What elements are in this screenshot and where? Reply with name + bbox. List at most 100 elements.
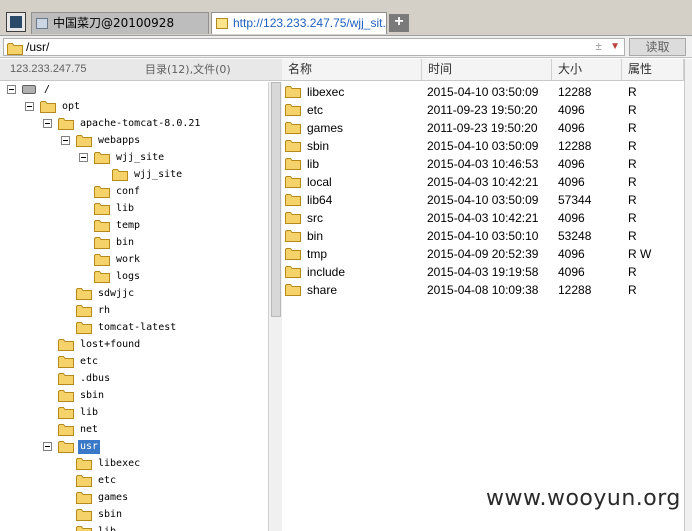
file-row[interactable]: share 2015-04-08 10:09:38 12288 R [282, 281, 692, 299]
file-attr: R [628, 121, 637, 135]
file-time: 2015-04-09 20:52:39 [427, 247, 539, 261]
collapse-toggle-icon[interactable] [25, 102, 34, 111]
tree-item[interactable]: sbin [0, 388, 268, 405]
tab-file-manager[interactable]: http://123.233.247.75/wjj_sit... [211, 12, 387, 34]
folder-icon [285, 139, 301, 152]
chevron-down-icon[interactable]: ▼ [610, 39, 620, 55]
tree-item[interactable]: lost+found [0, 337, 268, 354]
file-time: 2015-04-03 19:19:58 [427, 265, 539, 279]
collapse-toggle-icon[interactable] [43, 442, 52, 451]
tree-item-label: libexec [98, 458, 141, 469]
file-row[interactable]: etc 2011-09-23 19:50:20 4096 R [282, 101, 692, 119]
folder-icon [40, 100, 56, 113]
tree-item[interactable]: logs [0, 269, 268, 286]
file-row[interactable]: libexec 2015-04-10 03:50:09 12288 R [282, 83, 692, 101]
file-time: 2015-04-03 10:46:53 [427, 157, 539, 171]
tree-item[interactable]: etc [0, 473, 268, 490]
folder-icon [94, 219, 110, 232]
tree-item[interactable]: work [0, 252, 268, 269]
file-size: 4096 [558, 121, 585, 135]
folder-icon [76, 474, 92, 487]
folder-icon [76, 491, 92, 504]
tab-chopper[interactable]: 中国菜刀@20100928 [31, 12, 209, 34]
folder-icon [285, 229, 301, 242]
tree-item[interactable]: games [0, 490, 268, 507]
column-name-header[interactable]: 名称 [282, 59, 422, 81]
collapse-toggle-icon[interactable] [79, 153, 88, 162]
tree-item[interactable]: rh [0, 303, 268, 320]
folder-icon [76, 321, 92, 334]
tree-scrollbar[interactable] [268, 82, 282, 531]
file-row[interactable]: src 2015-04-03 10:42:21 4096 R [282, 209, 692, 227]
column-time-header[interactable]: 时间 [422, 59, 552, 81]
scrollbar-thumb[interactable] [271, 82, 281, 317]
tree-item[interactable]: apache-tomcat-8.0.21 [0, 116, 268, 133]
file-row[interactable]: lib64 2015-04-10 03:50:09 57344 R [282, 191, 692, 209]
tree-item[interactable]: temp [0, 218, 268, 235]
file-row[interactable]: bin 2015-04-10 03:50:10 53248 R [282, 227, 692, 245]
tree-item-label: lib [96, 525, 118, 531]
file-attr: R W [628, 247, 652, 261]
tree-item[interactable]: usr [0, 439, 268, 456]
tree-item[interactable]: webapps [0, 133, 268, 150]
file-size: 4096 [558, 103, 585, 117]
file-row[interactable]: games 2011-09-23 19:50:20 4096 R [282, 119, 692, 137]
file-size: 4096 [558, 175, 585, 189]
file-attr: R [628, 103, 637, 117]
file-time: 2015-04-10 03:50:09 [427, 85, 539, 99]
file-row[interactable]: sbin 2015-04-10 03:50:09 12288 R [282, 137, 692, 155]
tree-item[interactable]: tomcat-latest [0, 320, 268, 337]
tree-item[interactable]: sbin [0, 507, 268, 524]
folder-icon [285, 157, 301, 170]
path-field[interactable]: ± ▼ [3, 38, 625, 56]
column-attr-header[interactable]: 属性 [622, 59, 684, 81]
tree-item[interactable]: opt [0, 99, 268, 116]
folder-icon [285, 211, 301, 224]
tree-item[interactable]: / [0, 82, 268, 99]
file-list-scrollbar[interactable] [684, 59, 692, 531]
tree-item[interactable]: lib [0, 201, 268, 218]
folder-icon [285, 283, 301, 296]
folder-icon [58, 440, 74, 453]
tree-item[interactable]: lib [0, 524, 268, 531]
tab-bar: 中国菜刀@20100928 http://123.233.247.75/wjj_… [0, 0, 692, 36]
file-name: sbin [307, 139, 330, 153]
file-attr: R [628, 211, 637, 225]
file-row[interactable]: tmp 2015-04-09 20:52:39 4096 R W [282, 245, 692, 263]
tree-item[interactable]: net [0, 422, 268, 439]
folder-icon [58, 389, 74, 402]
plus-minus-icon[interactable]: ± [595, 39, 602, 53]
collapse-toggle-icon[interactable] [43, 119, 52, 128]
tree-item[interactable]: .dbus [0, 371, 268, 388]
tree-item[interactable]: wjj_site [0, 167, 268, 184]
read-button[interactable]: 读取 [629, 38, 686, 56]
file-attr: R [628, 85, 637, 99]
watermark: www.wooyun.org [486, 486, 681, 511]
file-size: 57344 [558, 193, 592, 207]
column-size-header[interactable]: 大小 [552, 59, 622, 81]
tree-item[interactable]: bin [0, 235, 268, 252]
file-size: 12288 [558, 85, 592, 99]
collapse-toggle-icon[interactable] [61, 136, 70, 145]
new-tab-button[interactable]: + [389, 14, 409, 32]
tree-item[interactable]: libexec [0, 456, 268, 473]
file-row[interactable]: lib 2015-04-03 10:46:53 4096 R [282, 155, 692, 173]
folder-icon [58, 355, 74, 368]
file-size: 53248 [558, 229, 592, 243]
folder-icon [94, 185, 110, 198]
tree-item[interactable]: conf [0, 184, 268, 201]
tree-item[interactable]: wjj_site [0, 150, 268, 167]
file-name: games [307, 121, 344, 135]
tree-item-label: lost+found [80, 339, 141, 350]
app-icon[interactable] [6, 12, 26, 32]
directory-tree[interactable]: / opt apache-tomcat-8.0.21 webapps wjj_site w… [0, 82, 268, 531]
file-row[interactable]: include 2015-04-03 19:19:58 4096 R [282, 263, 692, 281]
file-time: 2015-04-08 10:09:38 [427, 283, 539, 297]
file-row[interactable]: local 2015-04-03 10:42:21 4096 R [282, 173, 692, 191]
tree-item[interactable]: sdwjjc [0, 286, 268, 303]
tree-item[interactable]: lib [0, 405, 268, 422]
collapse-toggle-icon[interactable] [7, 85, 16, 94]
tree-item-label: net [80, 424, 99, 435]
path-input[interactable] [26, 39, 586, 55]
tree-item[interactable]: etc [0, 354, 268, 371]
